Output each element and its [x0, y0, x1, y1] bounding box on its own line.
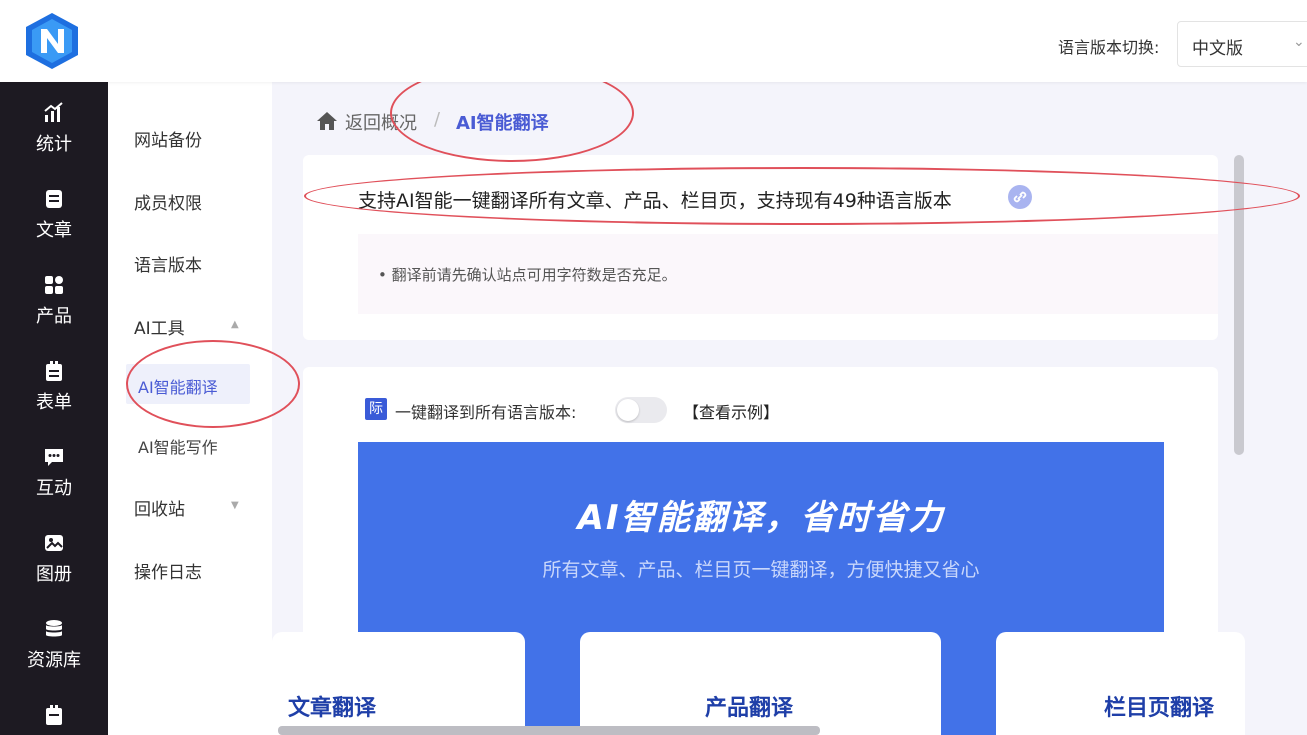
language-select-value: 中文版 — [1192, 39, 1243, 59]
annotation-circle-headline — [304, 167, 1300, 225]
feature-card-product[interactable]: 产品翻译 — [580, 632, 941, 735]
product-icon — [45, 276, 63, 294]
banner-subtitle: 所有文章、产品、栏目页一键翻译，方便快捷又省心 — [542, 559, 980, 581]
intl-badge-icon: 际 — [365, 398, 387, 420]
database-icon — [46, 620, 62, 637]
nav-item-label: 文章 — [36, 220, 72, 241]
sidebar-item-ai-tools[interactable]: AI工具 — [134, 314, 185, 339]
brand-logo[interactable] — [22, 11, 82, 71]
form-icon — [46, 361, 62, 381]
sidebar-item-language-versions[interactable]: 语言版本 — [134, 251, 202, 276]
nav-item-articles[interactable]: 文章 — [0, 174, 108, 254]
nav-item-products[interactable]: 产品 — [0, 260, 108, 340]
annotation-circle-sidebar — [126, 340, 300, 428]
notice-box: • 翻译前请先确认站点可用字符数是否充足。 — [358, 234, 1218, 314]
language-select[interactable]: 中文版 ⌄ — [1177, 21, 1307, 67]
view-example-link[interactable]: 【查看示例】 — [683, 399, 779, 423]
home-icon[interactable] — [316, 111, 338, 131]
nav-item-more[interactable] — [0, 690, 108, 735]
horizontal-scrollbar[interactable] — [278, 726, 820, 735]
gallery-icon — [45, 535, 63, 551]
feature-card-title: 栏目页翻译 — [1104, 696, 1215, 721]
sidebar-item-member-permissions[interactable]: 成员权限 — [134, 189, 202, 214]
chat-icon — [45, 449, 63, 466]
sidebar-item-site-backup[interactable]: 网站备份 — [134, 126, 202, 151]
chevron-up-icon[interactable]: ▲ — [231, 319, 239, 330]
feature-card-column[interactable]: 栏目页翻译 — [996, 632, 1245, 735]
nav-item-label: 统计 — [36, 134, 72, 155]
nav-item-label: 图册 — [36, 564, 72, 585]
article-icon — [46, 190, 62, 208]
feature-card-title: 产品翻译 — [705, 696, 794, 721]
banner-title: AI智能翻译，省时省力 — [577, 498, 945, 538]
nav-item-resources[interactable]: 资源库 — [0, 604, 108, 684]
primary-sidebar: 统计 文章 产品 表单 互动 图册 资源库 — [0, 82, 108, 735]
nav-item-label: 资源库 — [27, 650, 81, 671]
chevron-down-icon: ⌄ — [1293, 34, 1305, 50]
nav-item-label: 表单 — [36, 392, 72, 413]
translate-all-label: 一键翻译到所有语言版本: — [395, 403, 577, 422]
feature-card-title: 文章翻译 — [288, 696, 377, 721]
feature-card-article[interactable]: 文章翻译 — [272, 632, 525, 735]
chart-icon — [44, 102, 63, 122]
top-header: 语言版本切换: 中文版 ⌄ — [0, 0, 1307, 82]
form-icon — [46, 705, 62, 725]
notice-text: • 翻译前请先确认站点可用字符数是否充足。 — [378, 266, 677, 284]
nav-item-gallery[interactable]: 图册 — [0, 518, 108, 598]
sidebar-item-recycle-bin[interactable]: 回收站 — [134, 495, 185, 520]
chevron-down-icon[interactable]: ▼ — [231, 500, 239, 511]
nav-item-interaction[interactable]: 互动 — [0, 432, 108, 512]
language-switch-label: 语言版本切换: — [1058, 38, 1160, 57]
nav-item-stats[interactable]: 统计 — [0, 88, 108, 168]
translate-all-toggle[interactable] — [615, 397, 667, 423]
nav-item-label: 互动 — [36, 478, 72, 499]
nav-item-forms[interactable]: 表单 — [0, 346, 108, 426]
nav-item-label: 产品 — [36, 306, 72, 327]
toggle-knob — [617, 399, 639, 421]
sidebar-item-operation-log[interactable]: 操作日志 — [134, 558, 202, 583]
sidebar-item-ai-writing[interactable]: AI智能写作 — [138, 434, 218, 458]
